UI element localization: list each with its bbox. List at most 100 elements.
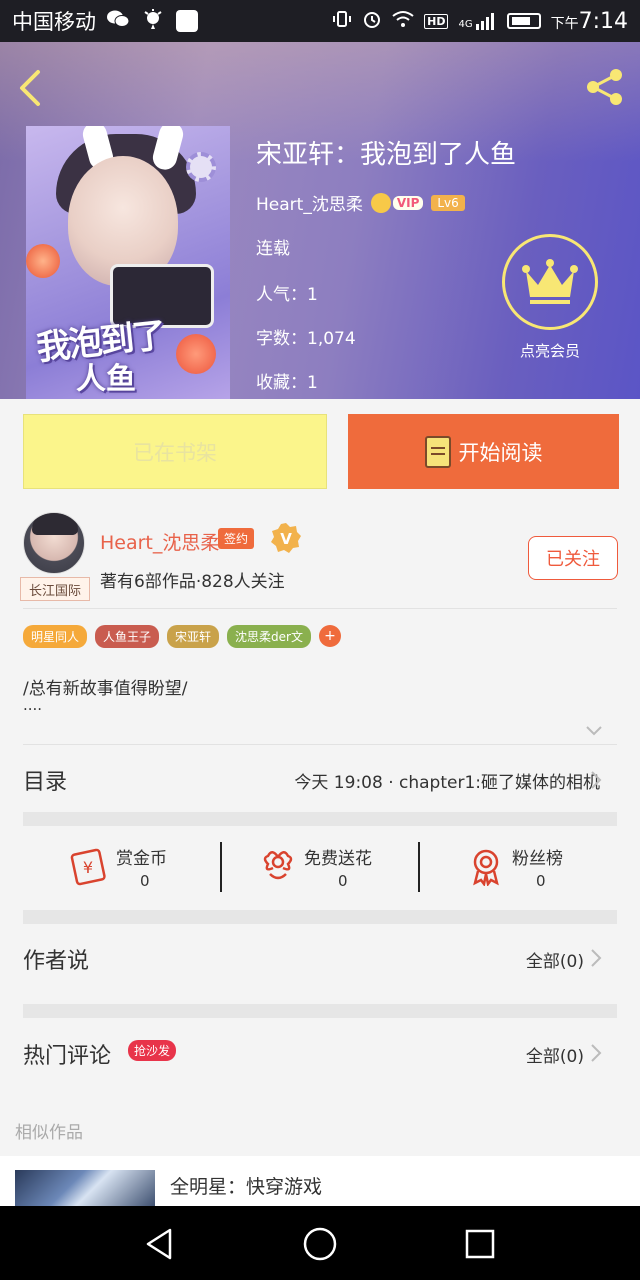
book-title: 宋亚轩：我泡到了人鱼 xyxy=(256,140,517,170)
start-reading-button[interactable]: 开始阅读 xyxy=(348,414,619,489)
verified-badge-letter: V xyxy=(280,530,292,548)
back-arrow-icon xyxy=(20,70,40,106)
reward-coin-value: 0 xyxy=(140,872,150,890)
stat-divider xyxy=(418,842,420,892)
tag-list: 明星同人 人鱼王子 宋亚轩 沈思柔der文 + xyxy=(23,625,341,648)
author-says-label: 作者说 xyxy=(23,949,90,974)
tag-pill[interactable]: 明星同人 xyxy=(23,625,88,648)
vibrate-icon xyxy=(332,9,352,34)
medal-icon xyxy=(466,846,506,887)
toc-label[interactable]: 目录 xyxy=(23,764,67,796)
status-indicators: HD 4G 下午7:14 xyxy=(332,9,628,34)
send-flower-title: 免费送花 xyxy=(304,849,372,869)
flower-icon xyxy=(258,846,298,886)
avatar-frame-tag: 长江国际 xyxy=(20,577,90,601)
start-reading-label: 开始阅读 xyxy=(458,440,543,465)
reward-coin-title: 赏金币 xyxy=(116,849,167,869)
back-button[interactable] xyxy=(14,68,50,108)
similar-work-card[interactable]: 全明星：快穿游戏 xyxy=(0,1156,640,1206)
carrier-name: 中国移动 xyxy=(12,10,96,34)
book-header: 我泡到了 人鱼 宋亚轩：我泡到了人鱼 Heart_沈思柔 VIP Lv6 连载 … xyxy=(0,42,640,399)
chevron-right-icon xyxy=(590,1043,602,1063)
signal-icon: 4G xyxy=(458,12,496,30)
status-bar: 中国移动 HD 4G 下午7:14 xyxy=(0,0,640,42)
author-stats: 著有6部作品·828人关注 xyxy=(100,572,285,592)
book-icon xyxy=(424,435,451,468)
system-nav-bar xyxy=(0,1206,640,1280)
time-value: 7:14 xyxy=(578,8,628,34)
book-status: 连载 xyxy=(256,239,290,259)
circle-home-icon xyxy=(303,1227,337,1261)
similar-work-cover xyxy=(15,1170,155,1206)
add-tag-button[interactable]: + xyxy=(318,625,341,647)
vip-badge: VIP xyxy=(370,192,424,213)
share-button[interactable] xyxy=(584,66,626,108)
book-author-row: Heart_沈思柔 VIP Lv6 xyxy=(256,190,465,215)
reward-coin-icon: ¥ xyxy=(68,846,108,886)
author-says-all-link[interactable]: 全部(0) xyxy=(526,947,584,972)
fan-ranking-value: 0 xyxy=(536,872,546,890)
first-comment-badge[interactable]: 抢沙发 xyxy=(128,1040,177,1061)
divider xyxy=(23,744,617,745)
hot-comments-all-link[interactable]: 全部(0) xyxy=(526,1042,584,1067)
book-favorites: 收藏：1 xyxy=(256,373,318,393)
chevron-right-icon xyxy=(590,770,602,790)
chevron-right-icon xyxy=(590,948,602,968)
tag-pill[interactable]: 沈思柔der文 xyxy=(227,625,311,648)
stat-divider xyxy=(220,842,222,892)
time-prefix: 下午 xyxy=(550,15,579,32)
nav-home-button[interactable] xyxy=(302,1226,338,1262)
section-separator xyxy=(23,1004,617,1018)
chevron-down-icon xyxy=(586,726,602,736)
crown-icon xyxy=(522,259,578,304)
svg-text:¥: ¥ xyxy=(83,858,93,877)
cover-rose xyxy=(26,244,60,278)
book-cover[interactable]: 我泡到了 人鱼 xyxy=(26,126,230,399)
expand-description-button[interactable] xyxy=(586,722,602,738)
description-line1: /总有新故事值得盼望/ xyxy=(23,679,188,699)
description-line2: .... xyxy=(23,696,43,714)
vip-promo-button[interactable] xyxy=(502,234,598,330)
tag-pill[interactable]: 人鱼王子 xyxy=(95,625,160,648)
fan-ranking-title: 粉丝榜 xyxy=(512,849,563,869)
hd-indicator: HD xyxy=(424,13,449,29)
vip-label: VIP xyxy=(392,195,424,210)
tag-pill[interactable]: 宋亚轩 xyxy=(167,625,220,648)
author-avatar[interactable] xyxy=(23,512,85,574)
latest-chapter-link[interactable]: 今天 19:08 · chapter1:砸了媒体的相机 xyxy=(294,768,600,793)
book-word-count: 字数：1,074 xyxy=(256,329,356,349)
book-popularity: 人气：1 xyxy=(256,285,318,305)
divider xyxy=(23,608,617,609)
nav-recents-button[interactable] xyxy=(462,1226,498,1262)
similar-works-label: 相似作品 xyxy=(15,1123,83,1143)
verified-icon: V xyxy=(270,522,302,554)
section-separator xyxy=(23,812,617,826)
fan-ranking-button[interactable]: 粉丝榜 0 xyxy=(466,838,640,898)
send-flower-value: 0 xyxy=(338,872,348,890)
author-name[interactable]: Heart_沈思柔 xyxy=(100,528,219,555)
follow-button[interactable]: 已关注 xyxy=(528,536,618,580)
square-recents-icon xyxy=(465,1229,495,1259)
signed-badge: 签约 xyxy=(218,528,255,549)
cover-title-line2: 人鱼 xyxy=(76,362,136,397)
book-author-name[interactable]: Heart_沈思柔 xyxy=(256,190,363,215)
hot-comments-label: 热门评论 xyxy=(23,1044,112,1069)
battery-icon xyxy=(506,13,541,29)
share-icon xyxy=(587,69,622,105)
triangle-back-icon xyxy=(146,1228,172,1260)
cover-flower xyxy=(186,152,216,182)
alarm-icon xyxy=(362,9,382,34)
section-separator xyxy=(23,910,617,924)
network-type: 4G xyxy=(458,19,473,30)
wechat-icon xyxy=(106,9,130,34)
similar-work-title: 全明星：快穿游戏 xyxy=(170,1176,323,1198)
vip-promo-label: 点亮会员 xyxy=(519,342,580,360)
clock: 下午7:14 xyxy=(551,9,628,34)
cover-rose xyxy=(176,334,216,374)
app-notification-icon xyxy=(176,10,198,32)
on-shelf-button[interactable]: 已在书架 xyxy=(23,414,327,489)
vip-crown-icon xyxy=(370,192,391,213)
wifi-icon xyxy=(392,10,414,33)
balloon-icon xyxy=(142,8,164,35)
nav-back-button[interactable] xyxy=(142,1226,178,1262)
